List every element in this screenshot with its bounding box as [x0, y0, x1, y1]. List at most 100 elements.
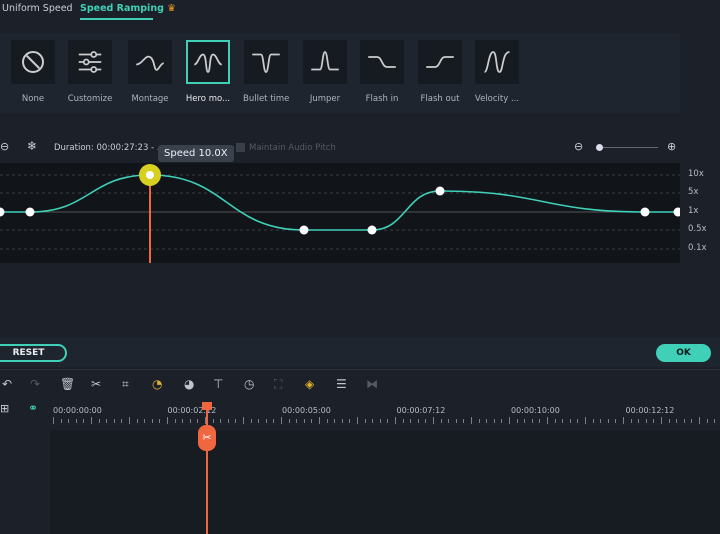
preset-flash-in[interactable]: Flash in: [359, 40, 405, 104]
preset-customize[interactable]: Customize: [67, 40, 113, 104]
preset-none[interactable]: None: [10, 40, 56, 104]
ruler-tick: [448, 419, 450, 423]
ruler-tick: [53, 417, 54, 424]
redo-icon[interactable]: ↷: [30, 377, 40, 391]
ruler-tick: [395, 417, 396, 424]
keyframe-point: [673, 207, 683, 217]
duration-value: 00:00:27:23 - ...: [96, 143, 165, 153]
ruler-tick: [493, 419, 495, 423]
speed-icon[interactable]: ◔: [152, 377, 162, 391]
y-label: 0.1x: [688, 243, 707, 253]
graph-zoom-in-icon[interactable]: ⊕: [667, 140, 676, 153]
crop-icon[interactable]: ⌗: [122, 377, 129, 392]
ruler-tick: [159, 419, 161, 423]
adjust-icon[interactable]: ☰: [336, 377, 347, 391]
zoom-slider-handle[interactable]: [596, 144, 603, 151]
ruler-tick: [174, 419, 176, 423]
ruler-tick: [600, 419, 602, 423]
hand-cursor-icon: [146, 171, 154, 179]
ruler-tick: [167, 417, 168, 424]
ruler-tick: [516, 419, 518, 423]
ruler-tick: [250, 419, 252, 423]
ruler-tick: [615, 419, 617, 423]
ok-button[interactable]: OK: [656, 344, 711, 362]
ruler-tick: [296, 419, 298, 423]
preset-label: Montage: [131, 94, 169, 104]
ruler-tick: [121, 419, 123, 423]
preset-label: Customize: [67, 94, 113, 104]
crown-icon: ♛: [167, 3, 176, 14]
preset-montage[interactable]: Montage: [127, 40, 173, 104]
ruler-tick: [569, 419, 571, 423]
ruler-tick: [524, 419, 526, 423]
add-track-icon[interactable]: ⊞: [0, 402, 9, 415]
undo-icon[interactable]: ↶: [2, 377, 12, 391]
ruler-tick: [151, 419, 153, 423]
ruler-tick: [501, 419, 503, 423]
playhead-handle[interactable]: [202, 402, 212, 410]
graph-zoom-out-icon[interactable]: ⊖: [574, 140, 583, 153]
ruler-tick: [227, 419, 229, 423]
ruler-tick: [235, 419, 237, 423]
zoom-slider[interactable]: [598, 147, 658, 148]
bullet-curve-icon: [252, 53, 280, 73]
ruler-tick: [630, 419, 632, 423]
ruler-tick: [699, 417, 700, 424]
scissors-icon[interactable]: ✂: [91, 377, 101, 391]
preset-label: None: [21, 94, 45, 104]
ruler-tick: [182, 419, 184, 423]
ruler-tick: [60, 419, 62, 423]
ruler-tick: [98, 419, 100, 423]
preset-hero-mo[interactable]: Hero mo...: [185, 40, 231, 104]
ruler-tick: [623, 417, 624, 424]
ruler-tick: [562, 419, 564, 423]
ruler-tick: [281, 417, 282, 424]
preset-bullet-time[interactable]: Bullet time: [243, 40, 289, 104]
keyframe-point: [299, 225, 309, 235]
ruler-tick: [319, 417, 320, 424]
ruler-tick: [577, 419, 579, 423]
tab-speed-ramping[interactable]: Speed Ramping ♛: [80, 3, 176, 14]
link-icon[interactable]: ⚭: [28, 401, 38, 415]
tab-label: Speed Ramping: [80, 3, 164, 14]
ruler-tick: [410, 419, 412, 423]
flash-in-curve-icon: [368, 56, 396, 68]
delete-icon[interactable]: 🗑: [60, 377, 75, 391]
audio-icon[interactable]: ⧓: [366, 377, 378, 391]
ruler-tick: [212, 419, 214, 423]
speed-curve: [0, 174, 678, 231]
ruler-tick: [683, 419, 685, 423]
fit-icon[interactable]: ⛶: [274, 377, 282, 392]
color-icon[interactable]: ◕: [184, 377, 194, 391]
scissors-icon[interactable]: ✂: [198, 425, 216, 451]
ruler-tick: [113, 419, 115, 423]
ruler-tick: [387, 419, 389, 423]
reset-button[interactable]: RESET: [0, 344, 67, 362]
ruler-tick: [554, 419, 556, 423]
timer-icon[interactable]: ◷: [244, 377, 254, 391]
ruler-tick: [592, 419, 594, 423]
maintain-pitch-checkbox[interactable]: [236, 143, 245, 152]
speed-curve-graph[interactable]: [0, 163, 683, 263]
hero-curve-icon: [193, 53, 223, 73]
ruler-tick: [136, 419, 138, 423]
divider: [0, 369, 720, 370]
zoom-out-icon[interactable]: ⊖: [0, 140, 9, 153]
snowflake-icon[interactable]: ❄: [27, 139, 37, 153]
keyframe-icon[interactable]: ◈: [305, 377, 314, 391]
y-label: 10x: [688, 169, 704, 179]
ruler-tick: [471, 417, 472, 424]
tab-uniform-speed[interactable]: Uniform Speed: [2, 3, 73, 14]
velocity-curve-icon: [484, 51, 510, 73]
preset-jumper[interactable]: Jumper: [302, 40, 348, 104]
timeline-track-area: [50, 430, 720, 534]
ruler-tick: [83, 419, 85, 423]
presentation-icon[interactable]: ⊤: [213, 377, 223, 391]
ruler-tick: [402, 419, 404, 423]
tab-underline: [80, 18, 153, 20]
ruler-tick: [463, 419, 465, 423]
preset-velocity[interactable]: Velocity ...: [474, 40, 520, 104]
preset-flash-out[interactable]: Flash out: [417, 40, 463, 104]
ruler-tick: [220, 419, 222, 423]
keyframe-point: [435, 186, 445, 196]
